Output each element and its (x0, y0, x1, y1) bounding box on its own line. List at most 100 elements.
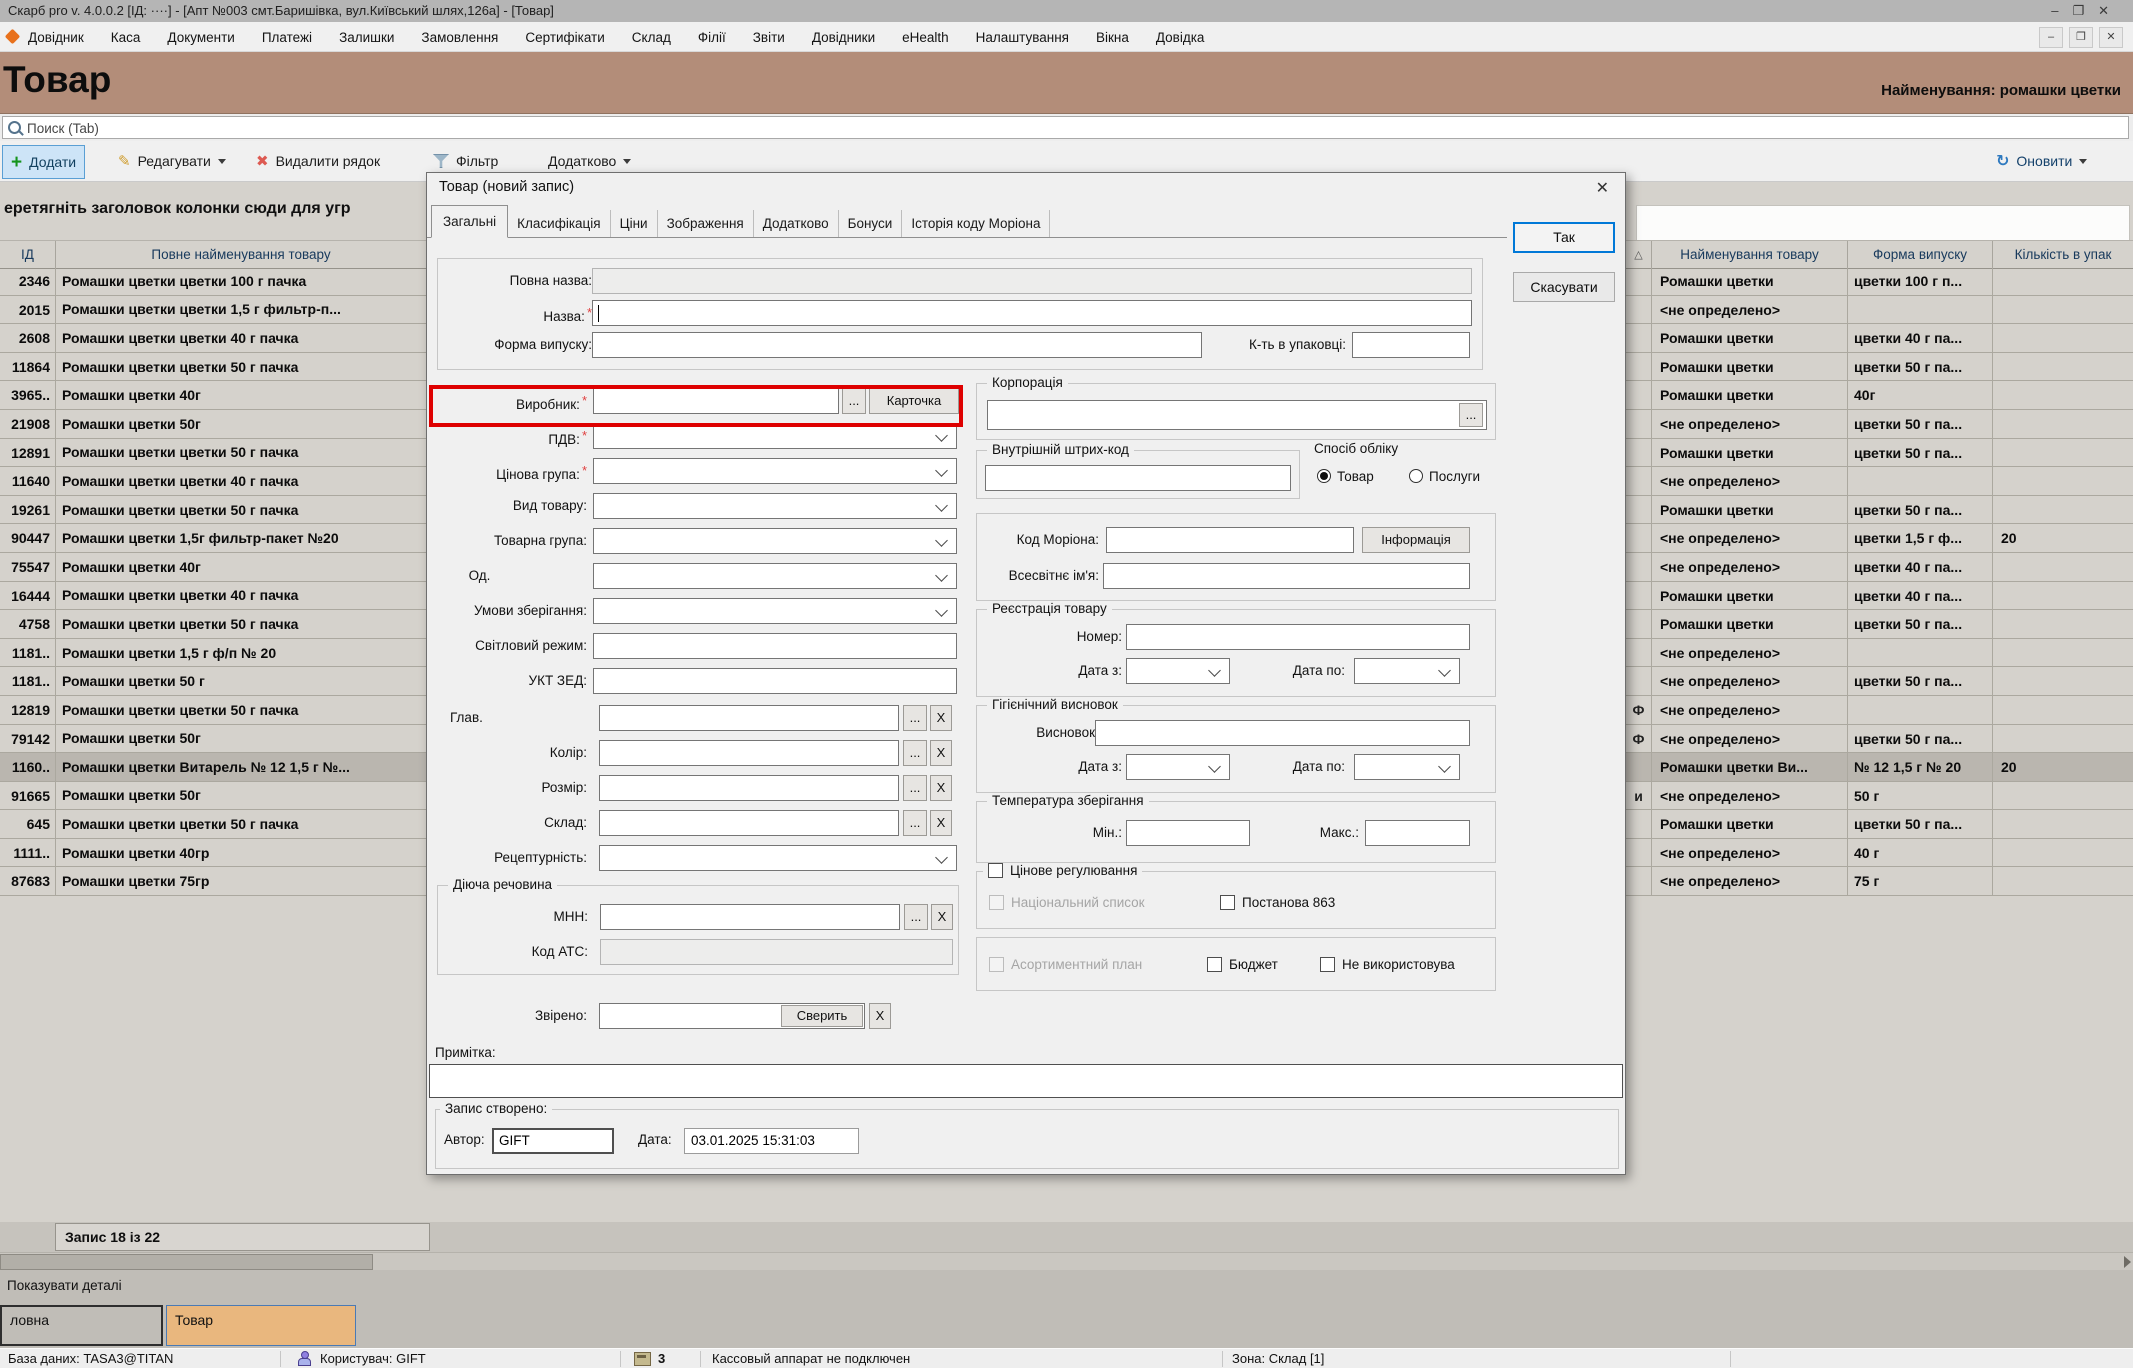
dialog-tab[interactable]: Зображення (658, 210, 754, 238)
size-browse-button[interactable]: ... (903, 775, 927, 801)
dialog-tab[interactable]: Історія коду Моріона (902, 210, 1050, 238)
budget-checkbox[interactable]: Бюджет (1207, 956, 1278, 974)
card-button[interactable]: Карточка (869, 388, 959, 414)
dialog-tab[interactable]: Ціни (611, 210, 658, 238)
table-row[interactable]: 11640Ромашки цветки цветки 40 г пачка (0, 467, 426, 496)
table-row[interactable]: 75547Ромашки цветки 40г (0, 553, 426, 582)
mnn-input[interactable] (600, 904, 900, 930)
conclusion-input[interactable] (1095, 720, 1470, 746)
column-header-id[interactable]: ІД (0, 241, 56, 268)
table-row[interactable]: 3965..Ромашки цветки 40г (0, 381, 426, 410)
maximize-icon[interactable]: ❐ (2072, 3, 2098, 18)
dialog-close-icon[interactable]: ✕ (1596, 178, 1609, 198)
menu-item[interactable]: Філії (698, 30, 726, 45)
radio-goods[interactable]: Товар (1317, 468, 1374, 486)
table-row[interactable]: 87683Ромашки цветки 75гр (0, 867, 426, 896)
table-row[interactable]: 2608Ромашки цветки цветки 40 г пачка (0, 324, 426, 353)
pack-qty-input[interactable] (1352, 332, 1470, 358)
refresh-button[interactable]: ↻ Оновити (1988, 145, 2095, 177)
menu-item[interactable]: Замовлення (421, 30, 498, 45)
menu-item[interactable]: Довідка (1156, 30, 1205, 45)
table-row[interactable]: 1160..Ромашки цветки Витарель № 12 1,5 г… (0, 753, 426, 782)
tab-tovar[interactable]: Товар (166, 1305, 356, 1346)
product-kind-select[interactable] (593, 493, 957, 519)
table-row[interactable]: <не определено>цветки 50 г па... (1626, 667, 2133, 696)
table-row[interactable]: Ромашки цветкицветки 50 г па... (1626, 810, 2133, 839)
menu-item[interactable]: Сертифікати (525, 30, 604, 45)
verified-clear-button[interactable]: X (869, 1003, 891, 1029)
window-controls[interactable]: –❐✕ (2051, 0, 2123, 22)
close-icon[interactable]: ✕ (2098, 3, 2123, 18)
menu-item[interactable]: Каса (111, 30, 141, 45)
column-header-fullname[interactable]: Повне найменування товару (56, 241, 426, 268)
size-input[interactable] (599, 775, 899, 801)
dialog-tab[interactable]: Додатково (754, 210, 839, 238)
sort-indicator-icon[interactable]: △ (1626, 241, 1652, 268)
table-row[interactable]: Ромашки цветкицветки 50 г па... (1626, 353, 2133, 382)
dialog-tab[interactable]: Бонуси (839, 210, 903, 238)
barcode-input[interactable] (985, 465, 1291, 491)
table-row[interactable]: <не определено>75 г (1626, 867, 2133, 896)
table-row[interactable]: Ромашки цветкицветки 40 г па... (1626, 582, 2133, 611)
menu-item[interactable]: Склад (632, 30, 671, 45)
table-row[interactable]: 79142Ромашки цветки 50г (0, 725, 426, 754)
corporation-input[interactable]: ... (987, 400, 1487, 430)
table-row[interactable]: 2346Ромашки цветки цветки 100 г пачка (0, 267, 426, 296)
storage-select[interactable] (593, 598, 957, 624)
table-row[interactable]: 16444Ромашки цветки цветки 40 г пачка (0, 582, 426, 611)
note-input[interactable] (429, 1064, 1623, 1098)
table-row[interactable]: 11864Ромашки цветки цветки 50 г пачка (0, 353, 426, 382)
table-row[interactable]: Ромашки цветкицветки 50 г па... (1626, 496, 2133, 525)
mdi-restore-icon[interactable]: ❐ (2069, 27, 2093, 48)
menu-item[interactable]: Платежі (262, 30, 312, 45)
table-row[interactable]: Ромашки цветкицветки 50 г па... (1626, 610, 2133, 639)
table-row[interactable]: 2015Ромашки цветки цветки 1,5 г фильтр-п… (0, 296, 426, 325)
mnn-browse-button[interactable]: ... (904, 904, 928, 930)
light-mode-input[interactable] (593, 633, 957, 659)
table-row[interactable]: Ромашки цветкицветки 50 г па... (1626, 439, 2133, 468)
menu-item[interactable]: Налаштування (976, 30, 1069, 45)
ok-button[interactable]: Так (1513, 222, 1615, 253)
table-row[interactable]: Ромашки цветки Ви...№ 12 1,5 г № 2020 (1626, 753, 2133, 782)
menu-item[interactable]: Довідник (28, 30, 84, 45)
table-row[interactable]: Ромашки цветки40г (1626, 381, 2133, 410)
max-input[interactable] (1365, 820, 1470, 846)
menu-item[interactable]: Залишки (339, 30, 394, 45)
menu-item[interactable]: eHealth (902, 30, 949, 45)
table-row[interactable]: <не определено>40 г (1626, 839, 2133, 868)
verified-input[interactable]: Сверить (599, 1003, 865, 1029)
menu-item[interactable]: Звіти (753, 30, 785, 45)
morion-input[interactable] (1106, 527, 1354, 553)
minimize-icon[interactable]: – (2051, 3, 2072, 18)
tab-main[interactable]: ловна (0, 1305, 163, 1346)
hyg-date-to-select[interactable] (1354, 754, 1460, 780)
column-header-qty[interactable]: Кількість в упак (1993, 241, 2133, 268)
table-row[interactable]: <не определено> (1626, 639, 2133, 668)
verify-button[interactable]: Сверить (781, 1005, 863, 1027)
price-regulation-checkbox[interactable]: Цінове регулювання (983, 863, 1142, 879)
scroll-right-icon[interactable] (2124, 1256, 2131, 1268)
dialog-tab[interactable]: Загальні (431, 205, 508, 238)
table-row[interactable]: 1181..Ромашки цветки 50 г (0, 667, 426, 696)
radio-services[interactable]: Послуги (1409, 468, 1480, 486)
table-row[interactable]: 1111..Ромашки цветки 40гр (0, 839, 426, 868)
color-browse-button[interactable]: ... (903, 740, 927, 766)
world-name-input[interactable] (1103, 563, 1470, 589)
mdi-window-controls[interactable]: – ❐ ✕ (2039, 27, 2123, 48)
table-row[interactable]: 19261Ромашки цветки цветки 50 г пачка (0, 496, 426, 525)
table-row[interactable]: 91665Ромашки цветки 50г (0, 782, 426, 811)
menu-item[interactable]: Вікна (1096, 30, 1129, 45)
delete-row-button[interactable]: ✖ Видалити рядок (248, 145, 388, 177)
table-row[interactable]: <не определено> (1626, 467, 2133, 496)
glav-browse-button[interactable]: ... (903, 705, 927, 731)
reg-date-to-select[interactable] (1354, 658, 1460, 684)
unit-select[interactable] (593, 563, 957, 589)
horizontal-scrollbar[interactable] (0, 1252, 2133, 1270)
manufacturer-browse-button[interactable]: ... (842, 388, 866, 414)
glav-input[interactable] (599, 705, 899, 731)
table-row[interactable]: 12891Ромашки цветки цветки 50 г пачка (0, 439, 426, 468)
table-row[interactable]: Ф<не определено>цветки 50 г па... (1626, 725, 2133, 754)
column-header-form[interactable]: Форма випуску (1848, 241, 1993, 268)
table-row[interactable]: 4758Ромашки цветки цветки 50 г пачка (0, 610, 426, 639)
menu-item[interactable]: Документи (167, 30, 234, 45)
